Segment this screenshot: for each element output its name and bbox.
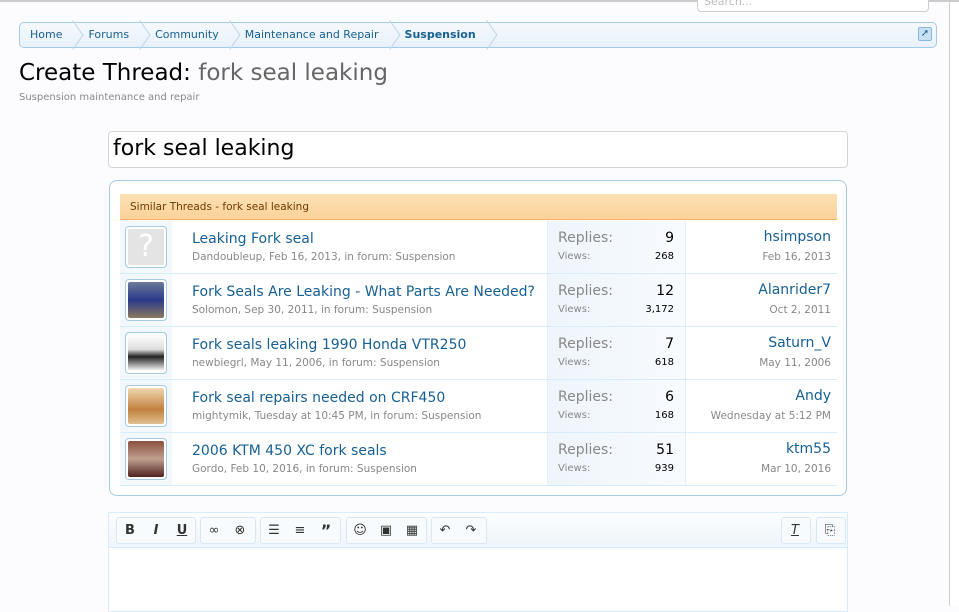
breadcrumb: Home Forums Community Maintenance and Re… [19,22,937,48]
replies-label: Replies: [558,389,614,405]
thread-stats: Replies: 9 Views: 268 [547,221,686,273]
views-count: 168 [654,410,674,421]
page-subtitle: Suspension maintenance and repair [19,92,200,103]
views-label: Views: [558,304,591,315]
last-post-user[interactable]: Andy [795,388,831,404]
undo-icon[interactable]: ↶ [432,523,458,538]
thread-row: 2006 KTM 450 XC fork seals Gordo, Feb 10… [120,433,837,486]
unlink-icon[interactable]: ⊗ [227,523,253,538]
breadcrumb-community[interactable]: Community [145,23,235,47]
numbered-list-icon[interactable]: ≡ [287,523,313,538]
last-post-date[interactable]: Oct 2, 2011 [769,304,831,316]
views-label: Views: [558,251,591,262]
avatar[interactable] [125,438,167,480]
breadcrumb-home[interactable]: Home [20,23,78,47]
thread-title-link[interactable]: Fork Seals Are Leaking - What Parts Are … [192,284,535,300]
quote-icon[interactable]: ” [313,521,339,540]
thread-stats: Replies: 7 Views: 618 [547,327,686,379]
last-post-user[interactable]: Alanrider7 [758,282,831,298]
replies-count: 9 [665,230,674,246]
avatar[interactable] [125,385,167,427]
views-count: 618 [654,357,674,368]
italic-button[interactable]: I [143,523,169,538]
breadcrumb-forums[interactable]: Forums [78,23,145,47]
thread-title-link[interactable]: Fork seals leaking 1990 Honda VTR250 [192,337,466,353]
jump-to-icon[interactable]: ➚ [918,27,932,41]
avatar[interactable]: ? [125,226,167,268]
similar-threads: Similar Threads - fork seal leaking ? Le… [109,180,847,496]
toggle-bbcode-icon[interactable]: ⎘ [817,523,843,538]
last-post-user[interactable]: ktm55 [786,441,831,457]
thread-meta: Gordo, Feb 10, 2016, in forum: Suspensio… [192,463,417,475]
last-post-date[interactable]: Wednesday at 5:12 PM [711,410,831,422]
thread-title-link[interactable]: Leaking Fork seal [192,231,314,247]
editor-toolbar: B I U ∞ ⊗ ☰ ≡ ” ☺ ▣ ▦ ↶ ↷ T ⎘ [109,513,847,548]
thread-stats: Replies: 6 Views: 168 [547,380,686,432]
thread-title-link[interactable]: 2006 KTM 450 XC fork seals [192,443,387,459]
image-icon[interactable]: ▣ [373,523,399,538]
replies-label: Replies: [558,283,614,299]
replies-count: 51 [656,442,674,458]
underline-button[interactable]: U [169,523,195,538]
last-post-date[interactable]: Feb 16, 2013 [762,251,831,263]
views-count: 939 [654,463,674,474]
last-post-date[interactable]: May 11, 2006 [759,357,831,369]
window-edge [949,2,959,606]
views-label: Views: [558,410,591,421]
thread-row: Fork Seals Are Leaking - What Parts Are … [120,274,837,327]
views-count: 268 [654,251,674,262]
avatar[interactable] [125,332,167,374]
bullet-list-icon[interactable]: ☰ [261,523,287,538]
avatar[interactable] [125,279,167,321]
last-post-user[interactable]: Saturn_V [768,335,831,351]
thread-meta: newbiegrl, May 11, 2006, in forum: Suspe… [192,357,440,369]
replies-label: Replies: [558,336,614,352]
replies-count: 12 [656,283,674,299]
redo-icon[interactable]: ↷ [458,523,484,538]
search-input[interactable]: Search... [697,0,929,12]
remove-format-icon[interactable]: T [782,523,808,538]
views-label: Views: [558,463,591,474]
thread-stats: Replies: 12 Views: 3,172 [547,274,686,326]
message-editor[interactable]: B I U ∞ ⊗ ☰ ≡ ” ☺ ▣ ▦ ↶ ↷ T ⎘ [108,512,848,612]
thread-row: Fork seals leaking 1990 Honda VTR250 new… [120,327,837,380]
views-label: Views: [558,357,591,368]
thread-row: Fork seal repairs needed on CRF450 might… [120,380,837,433]
thread-title-input[interactable]: fork seal leaking [108,131,848,168]
thread-title-link[interactable]: Fork seal repairs needed on CRF450 [192,390,445,406]
replies-label: Replies: [558,230,614,246]
thread-stats: Replies: 51 Views: 939 [547,433,686,485]
similar-threads-header: Similar Threads - fork seal leaking [120,194,837,220]
last-post-user[interactable]: hsimpson [764,229,831,245]
last-post-date[interactable]: Mar 10, 2016 [761,463,831,475]
page-title: Create Thread: fork seal leaking [19,60,388,86]
thread-meta: Solomon, Sep 30, 2011, in forum: Suspens… [192,304,433,316]
breadcrumb-suspension[interactable]: Suspension [395,23,492,47]
replies-count: 6 [665,389,674,405]
views-count: 3,172 [645,304,674,315]
link-icon[interactable]: ∞ [201,523,227,538]
replies-count: 7 [665,336,674,352]
bold-button[interactable]: B [117,523,143,538]
title-prefix: Create Thread: [19,60,191,86]
title-name: fork seal leaking [198,60,388,86]
thread-meta: mightymik, Tuesday at 10:45 PM, in forum… [192,410,482,422]
replies-label: Replies: [558,442,614,458]
thread-meta: Dandoubleup, Feb 16, 2013, in forum: Sus… [192,251,456,263]
smiley-icon[interactable]: ☺ [347,523,373,538]
thread-row: ? Leaking Fork seal Dandoubleup, Feb 16,… [120,221,837,274]
media-icon[interactable]: ▦ [399,523,425,538]
breadcrumb-maintenance[interactable]: Maintenance and Repair [235,23,395,47]
